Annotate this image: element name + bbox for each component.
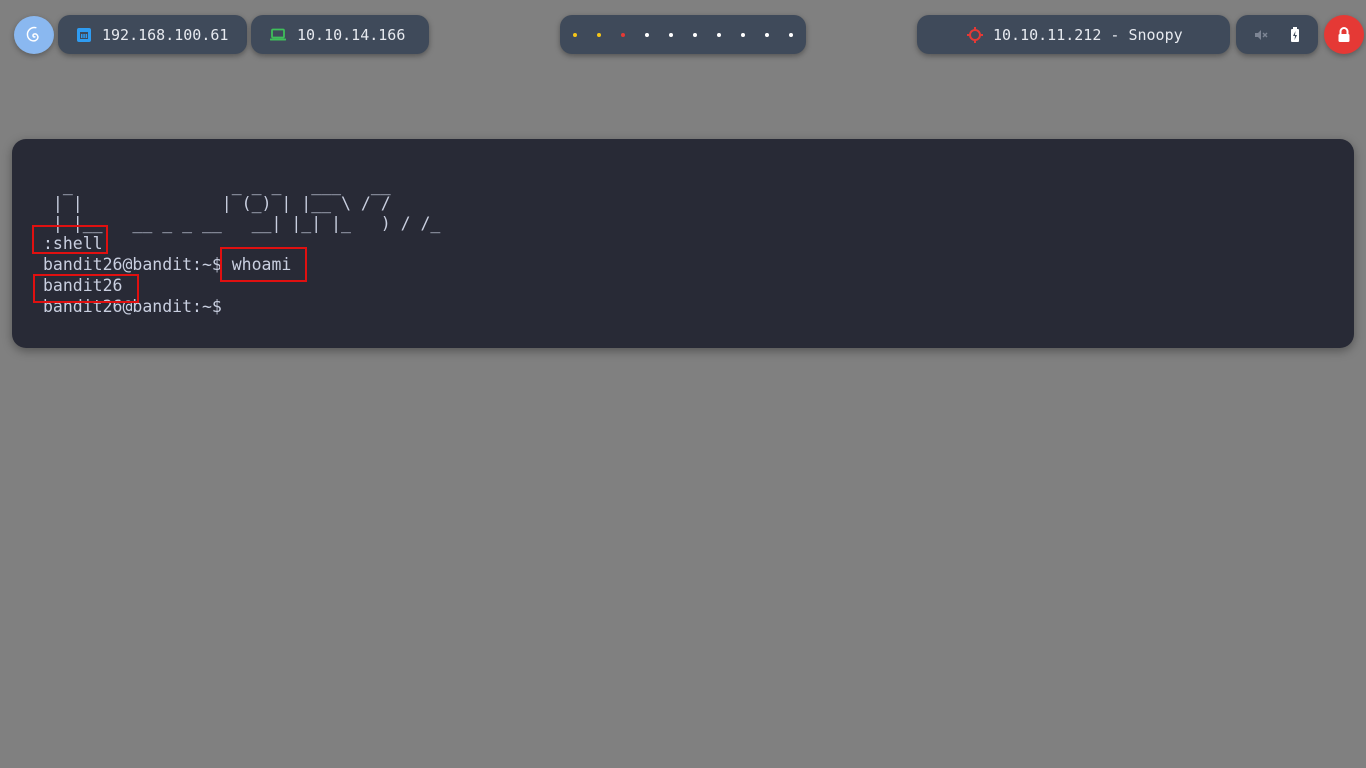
- target-text: 10.10.11.212 - Snoopy: [993, 25, 1183, 44]
- workspace-dot-6[interactable]: [683, 23, 707, 47]
- vpn-ip-text: 10.10.14.166: [297, 25, 406, 44]
- crosshair-icon: [967, 26, 983, 43]
- ethernet-icon: [76, 27, 92, 43]
- workspace-dot-10[interactable]: [779, 23, 803, 47]
- debian-logo-icon[interactable]: [14, 16, 54, 54]
- highlight-output: [33, 274, 139, 303]
- highlight-shell: [32, 225, 108, 254]
- workspace-dot-4[interactable]: [635, 23, 659, 47]
- ethernet-ip-widget[interactable]: 192.168.100.61: [58, 15, 247, 54]
- ethernet-ip-text: 192.168.100.61: [102, 25, 229, 44]
- terminal-window[interactable]: _ _ _ _ ___ __ | | | (_) | |__ \ / / | |…: [12, 139, 1354, 348]
- highlight-whoami: [220, 247, 307, 282]
- vpn-ip-widget[interactable]: 10.10.14.166: [251, 15, 429, 54]
- workspace-dot-8[interactable]: [731, 23, 755, 47]
- workspace-dot-5[interactable]: [659, 23, 683, 47]
- workspace-dot-9[interactable]: [755, 23, 779, 47]
- ascii-art-line-2: | | | (_) | |__ \ / /: [43, 194, 391, 213]
- battery-icon[interactable]: [1290, 27, 1300, 42]
- lock-icon: [1337, 26, 1351, 43]
- workspace-dot-2[interactable]: [587, 23, 611, 47]
- target-widget[interactable]: 10.10.11.212 - Snoopy: [917, 15, 1230, 54]
- laptop-icon: [269, 28, 287, 42]
- workspace-switcher[interactable]: [560, 15, 806, 54]
- mute-icon[interactable]: [1254, 28, 1268, 42]
- workspace-dot-3[interactable]: [611, 23, 635, 47]
- system-tray[interactable]: [1236, 15, 1318, 54]
- workspace-dot-7[interactable]: [707, 23, 731, 47]
- workspace-dot-1[interactable]: [563, 23, 587, 47]
- lock-button[interactable]: [1324, 15, 1364, 54]
